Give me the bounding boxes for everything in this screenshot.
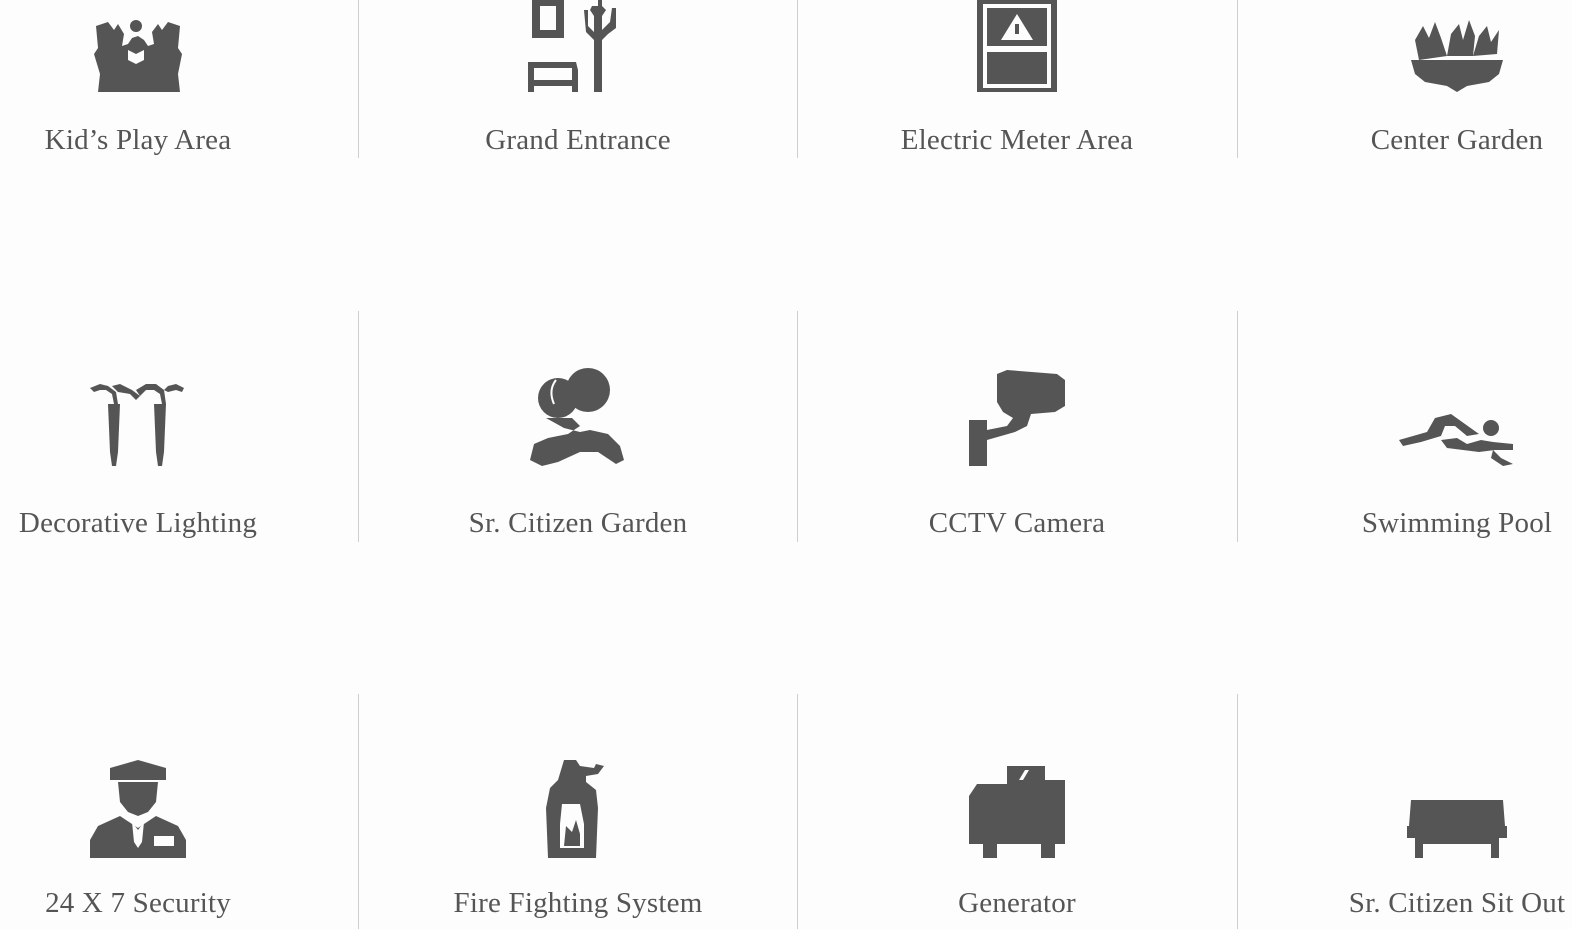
amenity-label: Center Garden	[1370, 124, 1544, 156]
column-divider	[1237, 0, 1238, 158]
amenity-label: Kid’s Play Area	[44, 124, 232, 156]
kids-play-area-icon	[0, 14, 338, 94]
decorative-lighting-icon	[0, 382, 338, 468]
amenities-page: { "amenities": { "row1": [ {"label": "Ki…	[0, 0, 1572, 929]
swimmer-icon	[1257, 410, 1572, 470]
amenity-label: Grand Entrance	[485, 124, 671, 156]
bench-icon	[1257, 798, 1572, 860]
column-divider	[358, 0, 359, 158]
garden-plant-icon	[1257, 16, 1572, 94]
amenity-label: Sr. Citizen Sit Out	[1348, 887, 1566, 919]
column-divider	[358, 694, 359, 929]
security-guard-icon	[0, 760, 338, 860]
amenity-label: Electric Meter Area	[900, 124, 1134, 156]
fire-extinguisher-icon	[378, 760, 778, 860]
amenity-label: Decorative Lighting	[18, 507, 258, 539]
column-divider	[1237, 694, 1238, 929]
column-divider	[797, 0, 798, 158]
generator-icon	[817, 766, 1217, 860]
column-divider	[797, 311, 798, 542]
trees-path-icon	[378, 368, 778, 468]
column-divider	[358, 311, 359, 542]
amenity-label: CCTV Camera	[928, 507, 1106, 539]
grand-entrance-icon	[378, 0, 778, 92]
electric-meter-icon	[817, 0, 1217, 92]
column-divider	[1237, 311, 1238, 542]
amenity-label: Swimming Pool	[1361, 507, 1553, 539]
amenity-label: 24 X 7 Security	[45, 887, 231, 919]
amenity-label: Fire Fighting System	[453, 887, 703, 919]
amenity-label: Sr. Citizen Garden	[468, 507, 688, 539]
cctv-camera-icon	[817, 368, 1217, 468]
column-divider	[797, 694, 798, 929]
amenity-label: Generator	[958, 887, 1076, 919]
